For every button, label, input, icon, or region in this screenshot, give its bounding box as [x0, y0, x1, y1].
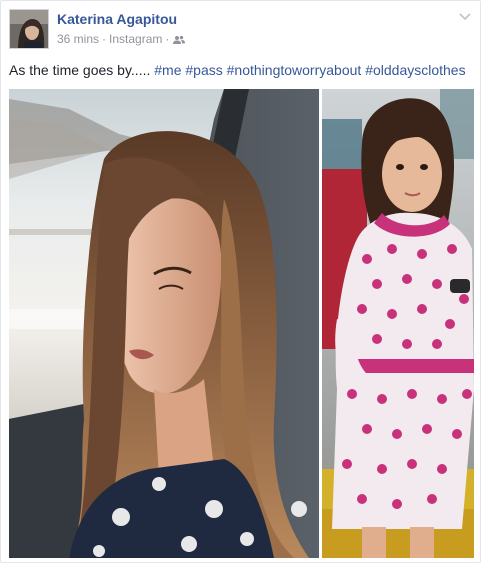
post-photo-girl[interactable]: [322, 89, 474, 558]
post-source[interactable]: Instagram: [109, 32, 162, 46]
hashtag-link[interactable]: #nothingtoworryabout: [227, 62, 362, 78]
post-photo-woman[interactable]: [9, 89, 319, 558]
photo-woman-in-car: [9, 89, 319, 558]
hashtag-link[interactable]: #me: [154, 62, 181, 78]
meta-separator: ·: [102, 32, 107, 46]
chevron-down-icon[interactable]: [458, 10, 472, 22]
author-name-link[interactable]: Katerina Agapitou: [57, 11, 177, 27]
feed-post: Katerina Agapitou 36 mins · Instagram · …: [0, 0, 481, 563]
avatar-image: [10, 10, 48, 48]
hashtag-link[interactable]: #pass: [185, 62, 222, 78]
photo-girl-polka-dot-dress: [322, 89, 474, 558]
friends-icon[interactable]: [173, 34, 186, 44]
author-avatar[interactable]: [9, 9, 49, 49]
meta-separator: ·: [165, 32, 170, 46]
post-caption: As the time goes by..... #me #pass #noth…: [9, 61, 475, 79]
post-timestamp[interactable]: 36 mins: [57, 32, 99, 46]
caption-text: As the time goes by.....: [9, 62, 151, 78]
post-meta: 36 mins · Instagram ·: [57, 32, 186, 46]
hashtag-link[interactable]: #olddaysclothes: [365, 62, 465, 78]
